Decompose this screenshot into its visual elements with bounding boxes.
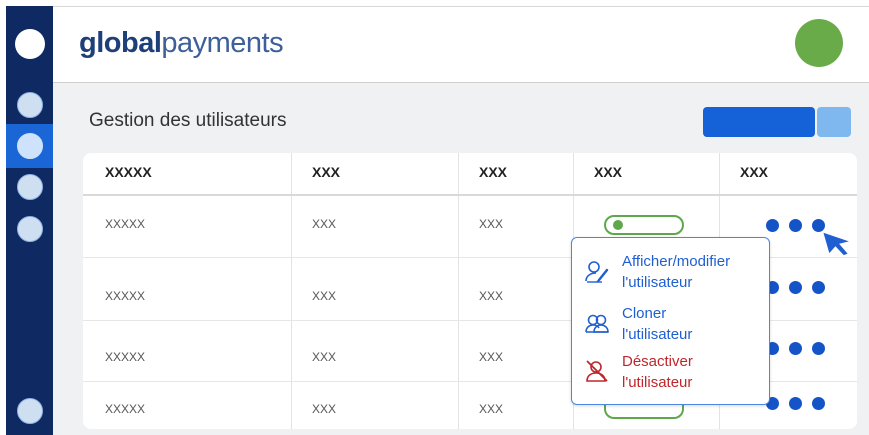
table-cell: XXXXX: [105, 289, 146, 303]
table-cell: XXX: [479, 402, 504, 416]
avatar[interactable]: [795, 19, 843, 67]
column-header[interactable]: XXX: [312, 164, 340, 180]
sidebar: [6, 6, 53, 435]
menu-item-label-line2: l'utilisateur: [622, 374, 693, 391]
menu-item-label-line2: l'utilisateur: [622, 274, 693, 291]
sidebar-item-4-icon[interactable]: [17, 216, 43, 242]
mouse-cursor-icon: [823, 232, 849, 256]
column-header[interactable]: XXX: [740, 164, 768, 180]
table-cell: XXX: [479, 217, 504, 231]
table-cell: XXX: [312, 350, 337, 364]
status-toggle[interactable]: [604, 405, 684, 419]
menu-item-deactivate-user[interactable]: Désactiver l'utilisateur: [572, 346, 768, 394]
user-edit-icon: [585, 261, 609, 283]
sidebar-item-1-icon[interactable]: [17, 92, 43, 118]
menu-item-label-line1: Cloner: [622, 305, 667, 322]
column-header[interactable]: XXXXX: [105, 164, 152, 180]
column-header[interactable]: XXX: [479, 164, 507, 180]
row-actions-menu: Afficher/modifier l'utilisateur Cloner l…: [571, 237, 770, 405]
row-actions-button[interactable]: [766, 397, 835, 410]
users-clone-icon: [585, 314, 609, 333]
row-actions-button[interactable]: [766, 281, 835, 294]
status-toggle[interactable]: [604, 215, 684, 235]
menu-item-label: Afficher/modifier l'utilisateur: [622, 251, 762, 293]
table-cell: XXX: [479, 350, 504, 364]
table-cell: XXXXX: [105, 402, 146, 416]
logo-bold-text: global: [79, 27, 162, 59]
top-header: globalpayments: [53, 6, 869, 83]
menu-item-label: Désactiver l'utilisateur: [622, 351, 762, 393]
toggle-knob: [613, 220, 623, 230]
sidebar-item-users-icon[interactable]: [17, 133, 43, 159]
header-divider: [83, 194, 857, 196]
table-cell: XXXXX: [105, 350, 146, 364]
menu-item-label-line1: Afficher/modifier: [622, 253, 731, 270]
row-actions-button[interactable]: [766, 342, 835, 355]
menu-item-clone-user[interactable]: Cloner l'utilisateur: [572, 298, 768, 346]
table-cell: XXX: [479, 289, 504, 303]
logo-light-text: payments: [161, 27, 284, 59]
sidebar-item-3-icon[interactable]: [17, 174, 43, 200]
user-disable-icon: [586, 360, 608, 382]
page-title: Gestion des utilisateurs: [89, 110, 287, 131]
table-cell: XXX: [312, 289, 337, 303]
sidebar-bottom-icon[interactable]: [17, 398, 43, 424]
column-header[interactable]: XXX: [594, 164, 622, 180]
menu-item-label-line1: Désactiver: [622, 353, 693, 370]
secondary-action-button[interactable]: [817, 107, 851, 137]
table-cell: XXX: [312, 402, 337, 416]
brand-logo[interactable]: globalpayments: [79, 27, 284, 60]
table-cell: XXXXX: [105, 217, 146, 231]
menu-item-label: Cloner l'utilisateur: [622, 303, 762, 345]
menu-item-view-edit-user[interactable]: Afficher/modifier l'utilisateur: [572, 246, 768, 294]
sidebar-home-icon[interactable]: [15, 29, 45, 59]
menu-item-label-line2: l'utilisateur: [622, 326, 693, 343]
table-cell: XXX: [312, 217, 337, 231]
primary-action-button[interactable]: [703, 107, 815, 137]
